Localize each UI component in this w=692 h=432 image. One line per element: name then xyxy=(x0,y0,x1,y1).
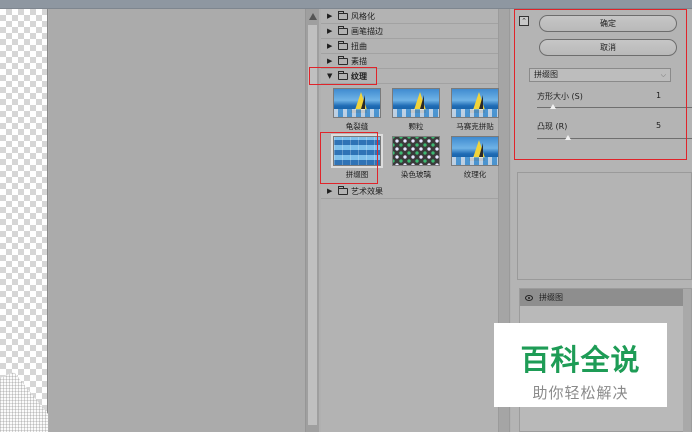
filter-label: 马赛克拼贴 xyxy=(456,122,494,131)
expand-arrow-icon: ▶ xyxy=(327,27,333,35)
category-label: 素描 xyxy=(351,56,367,66)
folder-icon xyxy=(338,55,348,65)
category-distort[interactable]: ▶ 扭曲 xyxy=(321,39,498,54)
folder-icon xyxy=(338,40,348,50)
scroll-thumb[interactable] xyxy=(308,25,317,425)
filter-select[interactable]: 拼缀图 ⌵ xyxy=(529,68,671,82)
effect-layer-row[interactable]: 拼缀图 xyxy=(520,289,684,306)
filter-texturizer[interactable]: 纹理化 xyxy=(447,136,503,180)
preview-canvas[interactable] xyxy=(0,9,48,432)
relief-label: 凸现 (R) xyxy=(537,122,568,131)
filter-thumbnail xyxy=(331,134,383,168)
preview-area[interactable] xyxy=(49,9,305,432)
category-artistic[interactable]: ▶ 艺术效果 xyxy=(321,184,498,199)
layers-scrollbar[interactable] xyxy=(683,289,691,432)
relief-slider-handle[interactable] xyxy=(565,135,571,140)
filter-label: 龟裂缝 xyxy=(345,122,369,131)
open-folder-icon xyxy=(338,70,348,80)
category-sketch[interactable]: ▶ 素描 xyxy=(321,54,498,69)
filter-patchwork[interactable]: 拼缀图 xyxy=(329,134,385,180)
settings-empty-area xyxy=(517,172,692,280)
title-bar xyxy=(0,0,692,9)
filter-label: 颗粒 xyxy=(408,122,424,131)
filter-label: 拼缀图 xyxy=(345,170,369,179)
filter-craquelure[interactable]: 龟裂缝 xyxy=(329,88,385,132)
square-size-slider[interactable] xyxy=(537,107,692,108)
expand-arrow-icon: ▶ xyxy=(327,187,333,195)
filter-label: 纹理化 xyxy=(463,170,487,179)
filter-thumbnail xyxy=(333,88,381,118)
category-stylize[interactable]: ▶ 风格化 xyxy=(321,9,498,24)
filter-thumbnail xyxy=(451,136,499,166)
chevron-down-icon: ⌵ xyxy=(660,71,666,79)
category-label: 风格化 xyxy=(351,11,375,21)
texture-filter-grid: 龟裂缝 颗粒 马赛克拼贴 拼缀图 染色玻璃 纹理化 xyxy=(321,84,499,184)
category-label: 艺术效果 xyxy=(351,186,383,196)
collapse-arrow-icon: ▼ xyxy=(327,72,333,80)
scroll-up-arrow-icon[interactable] xyxy=(309,13,317,20)
canvas-image-fragment xyxy=(0,372,48,432)
filter-grain[interactable]: 颗粒 xyxy=(388,88,444,132)
expand-arrow-icon: ▶ xyxy=(327,12,333,20)
filter-stained-glass[interactable]: 染色玻璃 xyxy=(388,136,444,180)
watermark-logo: 百科全说 助你轻松解决 xyxy=(494,323,667,407)
watermark-title: 百科全说 xyxy=(520,343,641,377)
category-texture[interactable]: ▼ 纹理 xyxy=(321,69,498,84)
category-brush-strokes[interactable]: ▶ 画笔描边 xyxy=(321,24,498,39)
filter-thumbnail xyxy=(392,136,440,166)
filter-mosaic-tiles[interactable]: 马赛克拼贴 xyxy=(447,88,503,132)
cancel-button[interactable]: 取消 xyxy=(539,39,677,56)
folder-icon xyxy=(338,185,348,195)
square-size-value[interactable]: 1 xyxy=(656,91,676,102)
filter-label: 染色玻璃 xyxy=(401,170,431,179)
filter-gallery: ▶ 风格化 ▶ 画笔描边 ▶ 扭曲 ▶ 素描 ▼ 纹理 龟裂缝 颗粒 马赛克拼贴 xyxy=(321,9,499,432)
preview-scrollbar[interactable] xyxy=(305,9,319,432)
expand-arrow-icon: ▶ xyxy=(327,57,333,65)
folder-icon xyxy=(338,25,348,35)
ok-button[interactable]: 确定 xyxy=(539,15,677,32)
filter-thumbnail xyxy=(451,88,499,118)
square-size-slider-handle[interactable] xyxy=(549,104,556,109)
collapse-gallery-icon[interactable]: ⌃ xyxy=(519,16,529,26)
relief-slider[interactable] xyxy=(537,138,692,139)
folder-icon xyxy=(338,10,348,20)
filter-select-value: 拼缀图 xyxy=(534,70,558,79)
relief-value[interactable]: 5 xyxy=(656,121,676,132)
eye-icon[interactable] xyxy=(525,294,533,301)
category-label: 纹理 xyxy=(351,71,367,81)
filter-thumbnail xyxy=(392,88,440,118)
square-size-label: 方形大小 (S) xyxy=(537,92,583,101)
category-label: 扭曲 xyxy=(351,41,367,51)
expand-arrow-icon: ▶ xyxy=(327,42,333,50)
category-label: 画笔描边 xyxy=(351,26,383,36)
watermark-subtitle: 助你轻松解决 xyxy=(532,384,629,402)
effect-layer-label: 拼缀图 xyxy=(539,293,563,302)
